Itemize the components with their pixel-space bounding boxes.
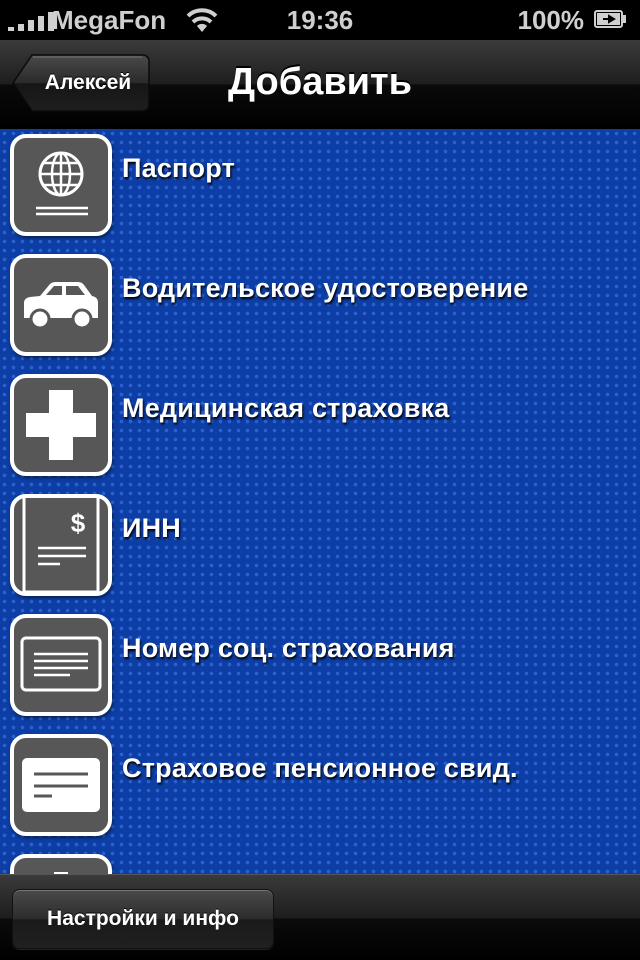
list-item-partial[interactable] (0, 849, 640, 874)
status-bar: MegaFon 19:36 100% (0, 0, 640, 40)
car-icon (24, 282, 98, 330)
list-item-icon-tile (10, 734, 112, 836)
list-item-label: Водительское удостоверение (122, 273, 529, 303)
navigation-bar: Алексей Добавить (0, 40, 640, 129)
partial-document-icon (54, 872, 68, 874)
document-type-list[interactable]: Паспорт Водительское удостоверение Медиц… (0, 129, 640, 874)
list-item-inn[interactable]: $ ИНН (0, 489, 640, 609)
list-item-label: Номер соц. страхования (122, 633, 455, 663)
list-item-pension-certificate[interactable]: Страховое пенсионное свид. (0, 729, 640, 849)
list-item-icon-tile (10, 254, 112, 356)
battery-charging-icon (594, 10, 626, 28)
list-item-icon-tile (10, 374, 112, 476)
list-item-drivers-license[interactable]: Водительское удостоверение (0, 249, 640, 369)
list-item-label: Страховое пенсионное свид. (122, 753, 518, 783)
passport-globe-icon (36, 151, 88, 216)
svg-text:$: $ (71, 508, 86, 538)
list-item-social-insurance[interactable]: Номер соц. страхования (0, 609, 640, 729)
page-title: Добавить (227, 61, 413, 103)
tax-document-icon: $ (22, 498, 100, 592)
list-item-passport[interactable]: Паспорт (0, 129, 640, 249)
settings-info-button[interactable]: Настройки и инфо (12, 889, 274, 949)
back-button-label: Алексей (44, 71, 132, 94)
list-item-icon-tile (10, 854, 112, 874)
medical-cross-icon (26, 390, 96, 460)
list-item-icon-tile (10, 614, 112, 716)
list-item-icon-tile: $ (10, 494, 112, 596)
list-item-icon-tile (10, 134, 112, 236)
list-item-label: Медицинская страховка (122, 393, 450, 423)
pension-card-icon (22, 758, 100, 812)
bottom-toolbar: Настройки и инфо (0, 874, 640, 960)
screen: MegaFon 19:36 100% Алексей Добавить Пасп… (0, 0, 640, 960)
back-button[interactable]: Алексей (12, 54, 150, 112)
social-card-icon (20, 636, 102, 692)
battery-percentage: 100% (517, 5, 585, 35)
list-item-label: Паспорт (122, 153, 235, 183)
list-item-medical-insurance[interactable]: Медицинская страховка (0, 369, 640, 489)
list-item-label: ИНН (122, 513, 182, 543)
